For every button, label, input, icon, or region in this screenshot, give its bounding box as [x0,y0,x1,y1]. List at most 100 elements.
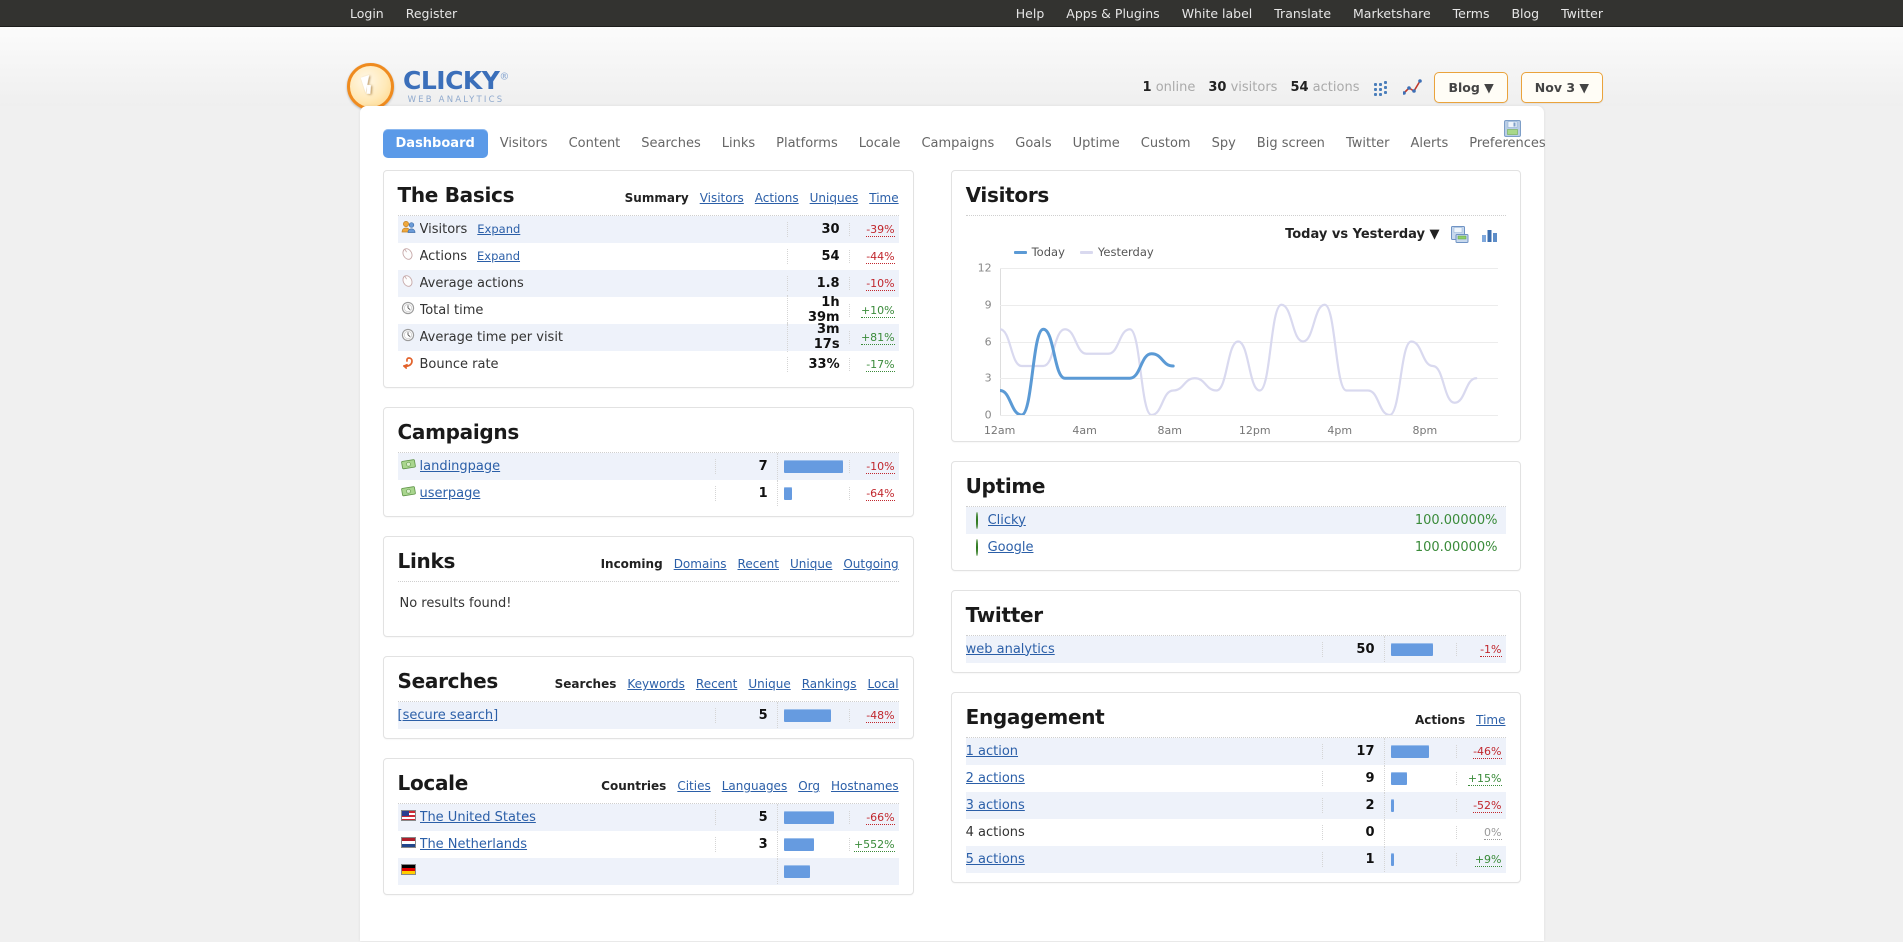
row-link[interactable]: [secure search] [398,708,499,723]
row-delta-value[interactable]: -10% [866,277,894,291]
topbar-link-translate[interactable]: Translate [1274,6,1331,21]
row-link[interactable]: 3 actions [966,798,1025,813]
locale-link-org[interactable]: Org [798,779,820,793]
row-delta-value[interactable]: +81% [861,331,895,345]
links-link-recent[interactable]: Recent [738,557,779,571]
panel-campaigns: Campaigns landingpage7-10%userpage1-64% [383,407,914,517]
row-delta-value[interactable]: -39% [866,223,894,237]
tab-uptime[interactable]: Uptime [1064,130,1129,157]
locale-link-languages[interactable]: Languages [722,779,787,793]
table-row: landingpage7-10% [398,453,899,480]
locale-link-cities[interactable]: Cities [677,779,710,793]
tab-searches[interactable]: Searches [632,130,709,157]
de-flag [401,864,416,875]
links-link-domains[interactable]: Domains [674,557,727,571]
row-delta-value[interactable]: +15% [1468,772,1502,786]
row-delta-value[interactable]: -52% [1473,799,1501,813]
row-delta-value[interactable]: -10% [866,460,894,474]
legend-swatch [1080,251,1093,254]
row-delta-value[interactable]: -46% [1473,745,1501,759]
searches-link-unique[interactable]: Unique [748,677,790,691]
locale-rows: The United States5-66%The Netherlands3+5… [398,804,899,885]
row-delta-value[interactable]: -48% [866,709,894,723]
row-delta-value[interactable]: -1% [1480,643,1501,657]
row-delta-value[interactable]: 0% [1484,826,1501,840]
searches-link-keywords[interactable]: Keywords [627,677,685,691]
row-delta-value[interactable]: +9% [1475,853,1502,867]
date-selector-button[interactable]: Nov 3 ▼ [1521,72,1603,103]
links-link-outgoing[interactable]: Outgoing [843,557,898,571]
row-link[interactable]: landingpage [420,459,501,474]
row-delta-value[interactable]: +10% [861,304,895,318]
topbar-link-terms[interactable]: Terms [1453,6,1490,21]
tab-campaigns[interactable]: Campaigns [912,130,1003,157]
topbar-link-twitter[interactable]: Twitter [1561,6,1603,21]
locale-link-hostnames[interactable]: Hostnames [831,779,899,793]
grid-dots-icon[interactable] [1372,79,1390,97]
searches-link-local[interactable]: Local [868,677,899,691]
clicky-logo[interactable]: CLICKY® WEB ANALYTICS [347,63,509,110]
tab-platforms[interactable]: Platforms [767,130,847,157]
tab-custom[interactable]: Custom [1132,130,1200,157]
basics-link-visitors[interactable]: Visitors [700,191,744,205]
row-label: Google [988,540,1396,555]
chart-x-tick-label: 8pm [1412,424,1437,437]
campaigns-header: Campaigns [398,420,899,453]
tab-spy[interactable]: Spy [1203,130,1245,157]
tab-big-screen[interactable]: Big screen [1248,130,1334,157]
bar-chart-toggle-icon[interactable] [1481,226,1500,243]
tab-content[interactable]: Content [560,130,630,157]
row-link[interactable]: The Netherlands [420,837,528,852]
row-link[interactable]: 5 actions [966,852,1025,867]
tab-locale[interactable]: Locale [850,130,910,157]
row-delta-value[interactable]: -17% [866,358,894,372]
topbar-link-register[interactable]: Register [406,6,457,21]
row-link[interactable]: userpage [420,486,481,501]
tab-alerts[interactable]: Alerts [1402,130,1458,157]
row-link[interactable]: web analytics [966,642,1055,657]
topbar-link-apps-plugins[interactable]: Apps & Plugins [1066,6,1159,21]
save-dashboard-icon[interactable] [1504,120,1521,141]
chart-y-tick-label: 3 [966,372,992,385]
row-link[interactable]: Google [988,540,1034,555]
the-basics-rows: VisitorsExpand30-39%ActionsExpand54-44%A… [398,216,899,378]
row-delta-value[interactable]: -66% [866,811,894,825]
topbar-link-blog[interactable]: Blog [1511,6,1539,21]
basics-link-time[interactable]: Time [869,191,898,205]
links-link-unique[interactable]: Unique [790,557,832,571]
topbar-link-help[interactable]: Help [1016,6,1045,21]
searches-link-recent[interactable]: Recent [696,677,737,691]
tab-goals[interactable]: Goals [1006,130,1060,157]
row-link[interactable]: The United States [420,810,536,825]
row-link[interactable]: Clicky [988,513,1026,528]
basics-link-uniques[interactable]: Uniques [810,191,859,205]
expand-link[interactable]: Expand [477,249,520,263]
row-link[interactable]: 1 action [966,744,1018,759]
row-label: Clicky [988,513,1396,528]
topbar-link-marketshare[interactable]: Marketshare [1353,6,1431,21]
export-chart-icon[interactable] [1451,226,1470,243]
table-row: Average actions1.8-10% [398,270,899,297]
engagement-link-time[interactable]: Time [1476,713,1505,727]
expand-link[interactable]: Expand [477,222,520,236]
basics-link-actions[interactable]: Actions [755,191,799,205]
twitter-rows: web analytics50-1% [966,636,1506,663]
tab-dashboard[interactable]: Dashboard [383,129,488,158]
searches-link-rankings[interactable]: Rankings [802,677,857,691]
site-selector-button[interactable]: Blog ▼ [1434,72,1507,103]
sparkline-icon[interactable] [1403,79,1421,97]
topbar-link-login[interactable]: Login [350,6,384,21]
row-delta: +81% [849,331,899,344]
tab-links[interactable]: Links [713,130,764,157]
topbar-link-white-label[interactable]: White label [1182,6,1253,21]
chart-range-select[interactable]: Today vs Yesterday ▼ [1285,227,1439,242]
row-delta-value[interactable]: +552% [854,838,895,852]
tab-visitors[interactable]: Visitors [491,130,557,157]
tab-twitter[interactable]: Twitter [1337,130,1399,157]
row-label: 2 actions [966,771,1322,786]
row-link[interactable]: 2 actions [966,771,1025,786]
row-bar-fill [1391,643,1433,656]
row-delta-value[interactable]: -44% [866,250,894,264]
row-value: 3m 17s [787,322,849,352]
row-delta-value[interactable]: -64% [866,487,894,501]
